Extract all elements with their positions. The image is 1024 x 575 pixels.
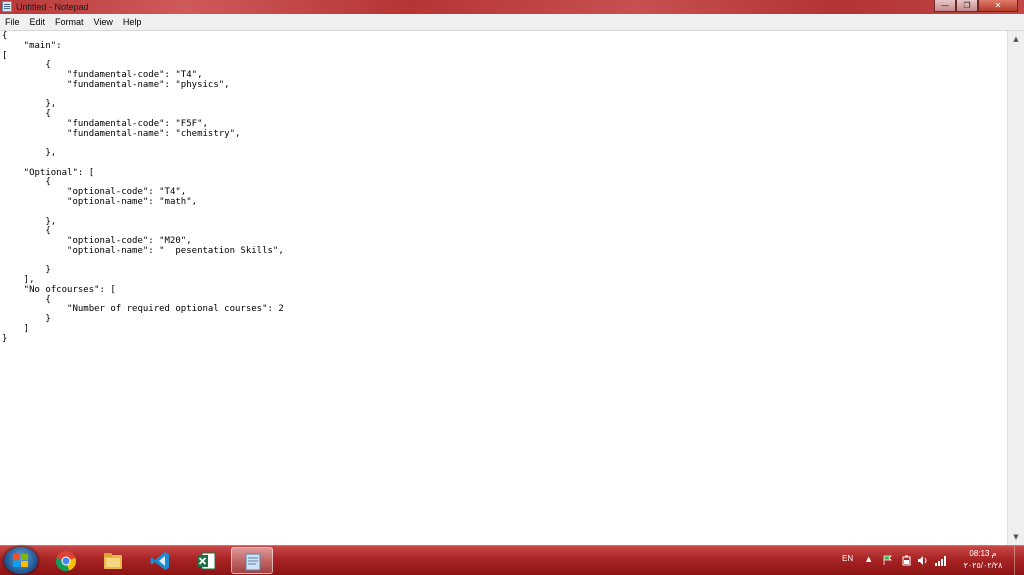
title-bar[interactable]: Untitled - Notepad — ❐ ✕ — [0, 0, 1024, 14]
vertical-scrollbar[interactable]: ▲ ▼ — [1007, 31, 1024, 545]
notepad-icon — [2, 1, 12, 12]
start-button[interactable] — [4, 547, 38, 574]
network-flag-icon[interactable] — [882, 555, 894, 566]
clock-date[interactable]: ٢٠٢٥/٠٢/٢٨ — [958, 561, 1008, 570]
menu-format[interactable]: Format — [50, 14, 89, 31]
window-title: Untitled - Notepad — [16, 2, 89, 12]
close-button[interactable]: ✕ — [978, 0, 1018, 12]
excel-icon — [197, 552, 216, 570]
signal-strength-icon[interactable] — [935, 555, 947, 566]
editor-content[interactable]: { "main": [ { "fundamental-code": "T4", … — [0, 31, 1007, 345]
notepad-icon — [245, 553, 261, 571]
show-hidden-icons-icon[interactable]: ▲ — [866, 555, 878, 566]
menu-file[interactable]: File — [0, 14, 25, 31]
scroll-down-icon[interactable]: ▼ — [1008, 530, 1024, 544]
menu-help[interactable]: Help — [118, 14, 147, 31]
scroll-up-icon[interactable]: ▲ — [1008, 32, 1024, 46]
battery-icon[interactable] — [900, 555, 912, 566]
menu-bar: File Edit Format View Help — [0, 14, 1024, 31]
taskbar: EN ▲ 08:13 م ٢٠٢٥/٠٢/٢٨ — [0, 545, 1024, 575]
taskbar-excel[interactable] — [185, 547, 227, 574]
clock-time[interactable]: 08:13 م — [958, 549, 1008, 558]
menu-edit[interactable]: Edit — [25, 14, 51, 31]
minimize-button[interactable]: — — [934, 0, 956, 12]
maximize-button[interactable]: ❐ — [956, 0, 978, 12]
taskbar-file-explorer[interactable] — [92, 547, 134, 574]
taskbar-notepad[interactable] — [231, 547, 273, 574]
language-indicator[interactable]: EN — [842, 554, 853, 563]
volume-icon[interactable] — [917, 555, 929, 566]
show-desktop-button[interactable] — [1014, 546, 1024, 575]
taskbar-chrome[interactable] — [45, 547, 87, 574]
chrome-icon — [56, 551, 76, 571]
windows-logo-icon — [13, 554, 28, 567]
window-controls: — ❐ ✕ — [934, 0, 1018, 12]
file-explorer-icon — [104, 553, 122, 569]
text-editor[interactable]: { "main": [ { "fundamental-code": "T4", … — [0, 31, 1007, 545]
menu-view[interactable]: View — [89, 14, 118, 31]
taskbar-vscode[interactable] — [139, 547, 181, 574]
vscode-icon — [150, 552, 169, 570]
